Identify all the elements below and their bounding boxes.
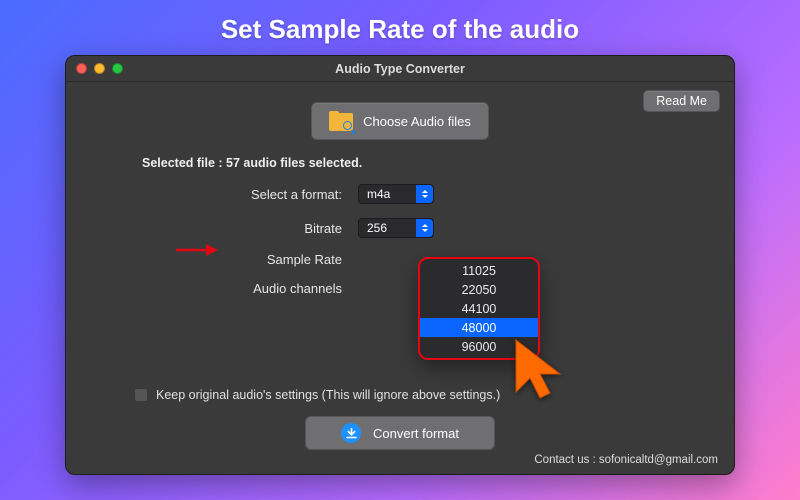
sample-rate-option-selected[interactable]: 48000 — [420, 318, 538, 337]
zoom-icon[interactable] — [112, 63, 123, 74]
channels-label: Audio channels — [152, 281, 342, 296]
convert-label: Convert format — [373, 426, 459, 441]
window-title: Audio Type Converter — [335, 62, 465, 76]
folder-search-icon — [329, 111, 353, 131]
sample-rate-option[interactable]: 44100 — [420, 299, 538, 318]
keep-original-label: Keep original audio's settings (This wil… — [156, 388, 500, 402]
selected-file-status: Selected file : 57 audio files selected. — [142, 156, 708, 170]
traffic-lights — [76, 63, 123, 74]
bitrate-select[interactable]: 256 — [358, 218, 434, 238]
format-value: m4a — [367, 187, 390, 201]
keep-original-checkbox[interactable] — [134, 388, 148, 402]
choose-audio-label: Choose Audio files — [363, 114, 471, 129]
sample-rate-option[interactable]: 22050 — [420, 280, 538, 299]
download-icon — [341, 423, 361, 443]
app-window: Audio Type Converter Read Me Choose Audi… — [65, 55, 735, 475]
chevron-updown-icon — [416, 219, 433, 237]
chevron-updown-icon — [416, 185, 433, 203]
bitrate-row: Bitrate 256 — [152, 218, 708, 238]
choose-audio-button[interactable]: Choose Audio files — [311, 102, 489, 140]
format-row: Select a format: m4a — [152, 184, 708, 204]
readme-button[interactable]: Read Me — [643, 90, 720, 112]
keep-original-row: Keep original audio's settings (This wil… — [134, 388, 708, 402]
contact-text: Contact us : sofonicaltd@gmail.com — [534, 454, 718, 466]
bitrate-value: 256 — [367, 221, 387, 235]
sample-rate-option[interactable]: 11025 — [420, 261, 538, 280]
page-banner: Set Sample Rate of the audio — [221, 14, 579, 45]
convert-button[interactable]: Convert format — [305, 416, 495, 450]
bitrate-label: Bitrate — [152, 221, 342, 236]
format-select[interactable]: m4a — [358, 184, 434, 204]
window-content: Read Me Choose Audio files Selected file… — [66, 82, 734, 474]
annotation-cursor-icon — [510, 336, 574, 416]
minimize-icon[interactable] — [94, 63, 105, 74]
format-label: Select a format: — [152, 187, 342, 202]
titlebar: Audio Type Converter — [66, 56, 734, 82]
annotation-arrow-icon — [174, 242, 218, 258]
close-icon[interactable] — [76, 63, 87, 74]
